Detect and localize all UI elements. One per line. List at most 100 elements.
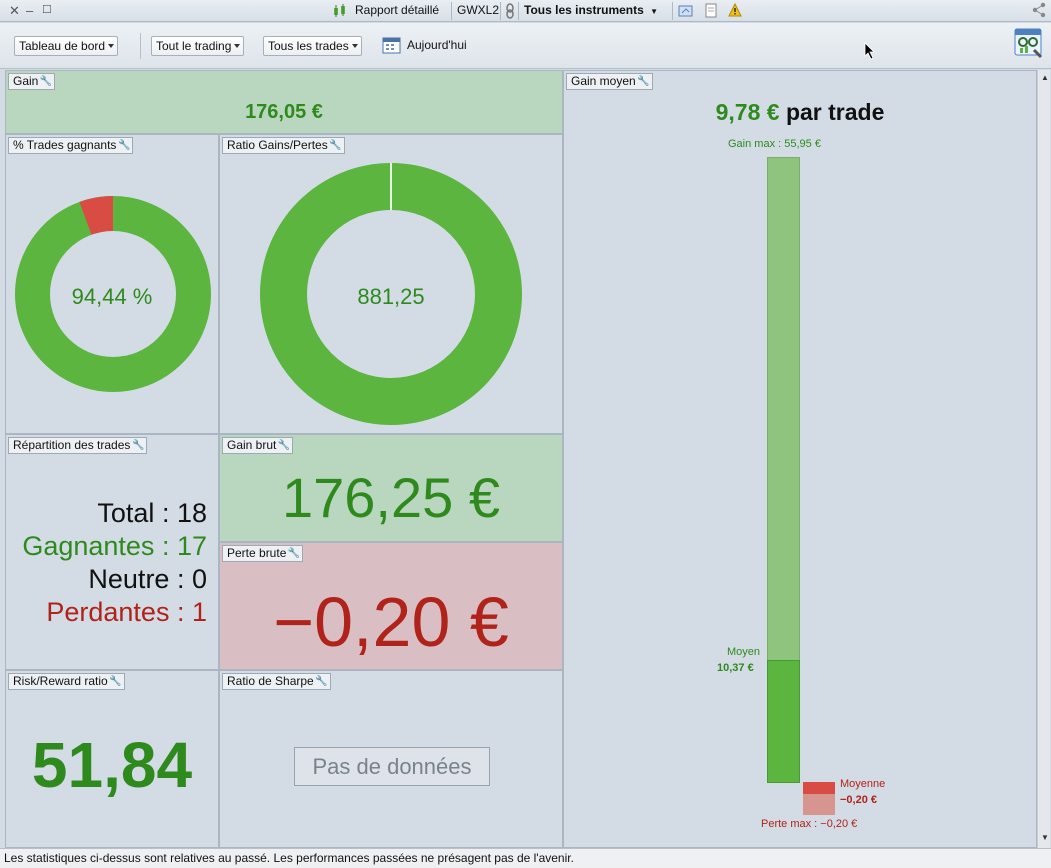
avg-gain-headline-suffix: par trade — [785, 99, 885, 125]
separator — [500, 2, 501, 20]
sharpe-panel-title: Ratio de Sharpe — [227, 674, 314, 688]
share-icon[interactable] — [1031, 2, 1047, 23]
trading-dropdown[interactable]: Tout le trading — [151, 36, 245, 56]
distribution-win-row: Gagnantes : 17 — [22, 531, 207, 561]
gross-gain-panel-tab[interactable]: Gain brut 🔧 — [222, 437, 294, 454]
chevron-down-icon — [234, 44, 241, 48]
gain-panel-tab[interactable]: Gain 🔧 — [8, 73, 56, 90]
total-label: Total — [97, 498, 155, 528]
avg-loss-value: −0,20 € — [840, 794, 878, 806]
gross-gain-value: 176,25 € — [282, 466, 500, 529]
scroll-down-icon[interactable]: ▼ — [1041, 833, 1049, 842]
gross-loss-panel-title: Perte brute — [227, 546, 287, 560]
dashboard-settings-icon[interactable] — [1014, 28, 1044, 65]
distribution-panel-title: Répartition des trades — [13, 438, 131, 452]
avg-label: Moyen — [727, 646, 761, 658]
dashboard-dropdown[interactable]: Tableau de bord — [14, 36, 119, 56]
instruments-label: Tous les instruments — [524, 3, 644, 17]
risk-reward-panel: Risk/Reward ratio 🔧 51,84 — [5, 670, 219, 848]
ratio-value: 881,25 — [357, 284, 425, 309]
vertical-scrollbar[interactable]: ▲ ▼ — [1037, 70, 1050, 848]
avg-loss-bar — [803, 782, 835, 794]
trading-label: Tout le trading — [156, 39, 232, 53]
wrench-icon[interactable]: 🔧 — [288, 546, 300, 561]
separator — [140, 33, 141, 59]
wrench-icon[interactable]: 🔧 — [315, 674, 327, 689]
loss-value: 1 — [191, 597, 207, 627]
close-window-icon[interactable]: ✕ — [9, 3, 20, 18]
instruments-dropdown[interactable]: Tous les instruments ▼ — [524, 3, 658, 19]
minimize-window-icon[interactable]: ‒ — [26, 3, 33, 18]
max-gain-label: Gain max : 55,95 € — [728, 138, 821, 150]
title-bar: ✕ ‒ ☐ Rapport détaillé GWXL2 Tous les in… — [0, 0, 1051, 22]
gross-gain-panel: Gain brut 🔧 176,25 € — [219, 434, 563, 542]
risk-reward-value: 51,84 — [31, 729, 193, 801]
gain-value: 176,05 € — [245, 101, 323, 123]
gross-loss-value: −0,20 € — [273, 583, 509, 661]
avg-gain-panel: Gain moyen 🔧 9,78 € par trade Gain max :… — [563, 70, 1037, 848]
toolbar: Tableau de bord Tout le trading Tous les… — [0, 23, 1051, 69]
chevron-down-icon: ▼ — [650, 7, 659, 16]
sharpe-panel: Ratio de Sharpe 🔧 Pas de données — [219, 670, 563, 848]
win-pct-value: 94,44 % — [71, 284, 153, 309]
sharpe-panel-tab[interactable]: Ratio de Sharpe 🔧 — [222, 673, 331, 690]
distribution-list: Total : 18 Gagnantes : 17 Neutre : 0 Per… — [22, 497, 207, 629]
total-value: 18 — [176, 498, 207, 528]
gross-gain-panel-title: Gain brut — [227, 438, 277, 452]
mouse-cursor-icon — [864, 42, 876, 65]
wrench-icon[interactable]: 🔧 — [132, 438, 144, 453]
disclaimer-bar: Les statistiques ci-dessus sont relative… — [0, 848, 1051, 868]
max-loss-label: Perte max : −0,20 € — [761, 818, 858, 830]
maximize-window-icon[interactable]: ☐ — [42, 3, 52, 18]
gain-panel: Gain 🔧 176,05 € — [5, 70, 563, 134]
separator — [672, 2, 673, 20]
dashboard-label: Tableau de bord — [19, 39, 106, 53]
document-icon[interactable] — [704, 3, 718, 24]
report-title: Rapport détaillé — [355, 3, 440, 17]
avg-gain-headline-value: 9,78 € — [715, 99, 780, 125]
avg-gain-bar — [767, 660, 800, 783]
trades-dropdown[interactable]: Tous les trades — [263, 36, 362, 56]
distribution-loss-row: Perdantes : 1 — [46, 597, 207, 627]
avg-loss-label: Moyenne — [840, 778, 886, 790]
trades-label: Tous les trades — [268, 39, 349, 53]
win-pct-panel: % Trades gagnants 🔧 94,44 % — [5, 134, 219, 434]
ratio-panel: Ratio Gains/Pertes 🔧 881,25 — [219, 134, 563, 434]
account-label[interactable]: GWXL2 — [457, 3, 499, 18]
distribution-neutral-row: Neutre : 0 — [88, 564, 207, 594]
risk-reward-panel-tab[interactable]: Risk/Reward ratio 🔧 — [8, 673, 125, 690]
wrench-icon[interactable]: 🔧 — [278, 438, 290, 453]
distribution-total-row: Total : 18 — [97, 498, 207, 528]
neutral-value: 0 — [191, 564, 207, 594]
wrench-icon[interactable]: 🔧 — [40, 74, 52, 89]
avg-gain-panel-title: Gain moyen — [571, 74, 636, 88]
separator — [518, 2, 519, 20]
today-button[interactable]: Aujourd'hui — [407, 38, 467, 52]
risk-reward-panel-title: Risk/Reward ratio — [13, 674, 108, 688]
win-value: 17 — [176, 531, 207, 561]
chevron-down-icon — [351, 44, 358, 48]
sharpe-no-data: Pas de données — [294, 747, 490, 786]
gross-loss-panel-tab[interactable]: Perte brute 🔧 — [222, 545, 304, 562]
avg-value: 10,37 € — [717, 662, 754, 674]
avg-gain-panel-tab[interactable]: Gain moyen 🔧 — [566, 73, 653, 90]
calendar-icon[interactable] — [382, 36, 402, 59]
max-loss-bar — [803, 794, 835, 815]
avg-gain-headline: 9,78 € par trade — [564, 99, 1036, 126]
distribution-panel: Répartition des trades 🔧 Total : 18 Gagn… — [5, 434, 219, 670]
link-icon[interactable] — [505, 3, 515, 24]
gain-panel-title: Gain — [13, 74, 39, 88]
neutral-label: Neutre — [88, 564, 170, 594]
export-icon[interactable] — [678, 4, 694, 23]
chevron-down-icon — [108, 44, 115, 48]
win-label: Gagnantes — [22, 531, 155, 561]
scroll-up-icon[interactable]: ▲ — [1041, 73, 1049, 82]
separator — [451, 2, 452, 20]
loss-label: Perdantes — [46, 597, 170, 627]
wrench-icon[interactable]: 🔧 — [109, 674, 121, 689]
candlestick-icon — [332, 3, 348, 24]
warning-icon[interactable] — [728, 2, 742, 22]
gross-loss-panel: Perte brute 🔧 −0,20 € — [219, 542, 563, 670]
distribution-panel-tab[interactable]: Répartition des trades 🔧 — [8, 437, 148, 454]
wrench-icon[interactable]: 🔧 — [637, 74, 649, 89]
